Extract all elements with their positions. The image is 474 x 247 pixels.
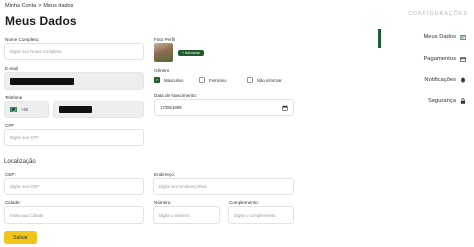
full-name-input[interactable]	[10, 49, 138, 54]
email-label: E-mail	[5, 66, 19, 71]
complement-label: Complemento:	[229, 200, 259, 205]
birth-date-value: 17/08/1999	[160, 105, 182, 110]
brazil-flag-icon	[10, 107, 17, 112]
save-button[interactable]: Salvar	[4, 231, 37, 244]
sidebar-item-notificacoes[interactable]: Notificações	[424, 77, 466, 83]
cep-field[interactable]	[4, 178, 144, 195]
cep-label: CEP:	[5, 172, 16, 177]
city-field[interactable]	[4, 206, 144, 224]
full-name-label: Nome Completo:	[5, 37, 40, 42]
sidebar-active-indicator	[378, 29, 381, 48]
city-label: Cidade:	[5, 200, 21, 205]
number-input[interactable]	[159, 212, 214, 218]
number-field[interactable]	[153, 206, 220, 224]
phone-redacted-value	[59, 106, 92, 113]
phone-field[interactable]	[53, 101, 144, 118]
location-section-title: Localização	[4, 159, 36, 165]
checkbox-icon[interactable]	[247, 77, 253, 83]
breadcrumb-separator: >	[38, 3, 42, 9]
breadcrumb-current: Meus dados	[43, 3, 74, 9]
checkbox-checked-icon[interactable]: ✓	[154, 77, 160, 83]
email-field[interactable]	[4, 72, 144, 90]
page-title: Meus Dados	[5, 14, 77, 28]
profile-photo	[154, 43, 173, 62]
gender-label: Gênero	[154, 68, 170, 73]
country-code-select[interactable]: +55	[4, 101, 49, 118]
photo-label: Foto Perfil	[154, 37, 175, 42]
number-label: Número:	[154, 200, 172, 205]
address-label: Endereço:	[154, 172, 175, 177]
gender-option-feminino[interactable]: Feminino	[199, 77, 227, 83]
cpf-input[interactable]	[10, 135, 138, 140]
full-name-field[interactable]	[4, 43, 144, 60]
birth-date-label: Data de Nascimento:	[154, 93, 197, 98]
checkbox-icon[interactable]	[199, 77, 205, 83]
breadcrumb: Minha Conta > Meus dados	[5, 3, 73, 9]
sidebar-item-seguranca[interactable]: Segurança	[428, 98, 466, 104]
credit-card-icon	[460, 56, 466, 62]
complement-input[interactable]	[234, 212, 288, 218]
sidebar-header: CONFIGURAÇÕES	[408, 11, 468, 17]
breadcrumb-parent[interactable]: Minha Conta	[5, 3, 36, 9]
address-input[interactable]	[159, 184, 288, 189]
gender-option-nao-informar[interactable]: Não informar	[247, 77, 282, 83]
add-photo-button[interactable]: + Adicionar	[178, 50, 204, 56]
cpf-field[interactable]	[4, 129, 144, 146]
complement-field[interactable]	[228, 206, 294, 224]
email-redacted-value	[10, 77, 74, 85]
sidebar-item-meus-dados[interactable]: Meus Dados	[423, 34, 466, 40]
calendar-icon[interactable]	[282, 104, 288, 111]
bell-icon	[460, 77, 466, 83]
address-field[interactable]	[153, 178, 294, 195]
country-code: +55	[21, 107, 29, 112]
cpf-label: CPF	[5, 123, 15, 128]
id-card-icon	[460, 34, 466, 40]
birth-date-field[interactable]: 17/08/1999	[154, 99, 294, 116]
sidebar-item-pagamentos[interactable]: Pagamentos	[423, 56, 466, 62]
lock-icon	[460, 98, 466, 104]
phone-label: Telefone	[5, 95, 23, 100]
city-input[interactable]	[10, 212, 138, 218]
gender-option-masculino[interactable]: ✓ Masculino	[154, 77, 183, 83]
cep-input[interactable]	[10, 184, 138, 189]
